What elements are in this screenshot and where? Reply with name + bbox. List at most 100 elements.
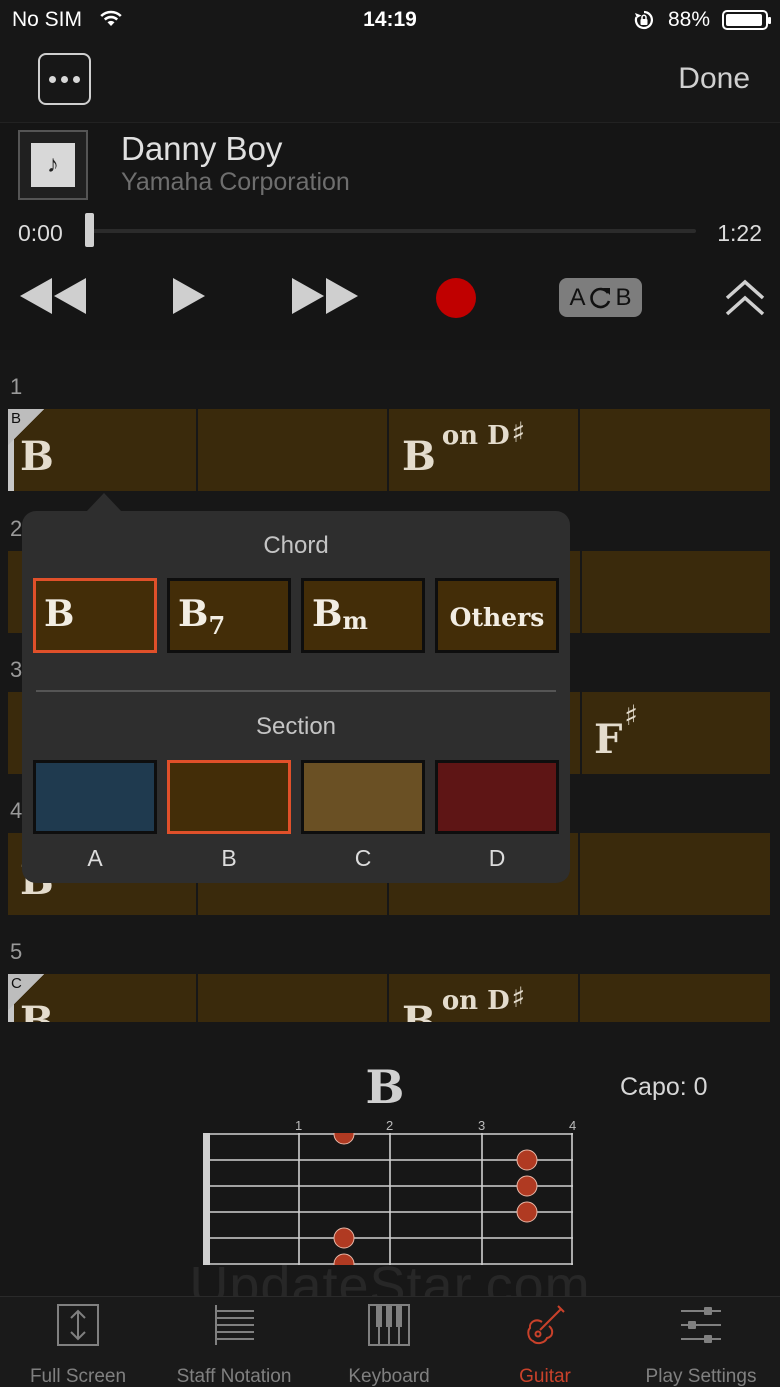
status-bar: No SIM 14:19 88% <box>0 0 780 40</box>
tab-full-screen[interactable]: Full Screen <box>3 1303 153 1387</box>
tab-play-settings[interactable]: Play Settings <box>626 1303 776 1387</box>
string-lines <box>203 1133 573 1265</box>
full-screen-icon <box>57 1304 99 1346</box>
staff-notation-icon <box>215 1305 254 1345</box>
song-artist: Yamaha Corporation <box>121 168 350 196</box>
diagram-chord-name: B <box>365 1060 405 1114</box>
capo-label: Capo: 0 <box>620 1073 708 1101</box>
chord-option-root: B <box>178 593 209 635</box>
repeat-icon <box>589 287 610 308</box>
chord-option-label: Others <box>449 603 545 632</box>
song-title: Danny Boy <box>121 130 283 167</box>
chord-option-b[interactable]: B <box>33 578 157 653</box>
fret-number: 1 <box>295 1118 303 1133</box>
finger-dot <box>516 1149 538 1171</box>
fret-number: 4 <box>569 1118 577 1133</box>
chord-option-suffix: 7 <box>208 611 226 640</box>
chord-option-suffix: m <box>342 606 368 635</box>
bar-number: 3 <box>10 657 23 682</box>
chord-option-label: B7 <box>178 593 225 640</box>
progress-thumb[interactable] <box>85 213 94 247</box>
chord-option-root: B <box>44 593 75 635</box>
chord-heading: Chord <box>263 532 329 559</box>
section-swatch-b[interactable] <box>167 760 291 834</box>
tab-guitar[interactable]: Guitar <box>470 1303 620 1387</box>
chord-option-bm[interactable]: Bm <box>301 578 425 653</box>
rewind-button[interactable] <box>18 276 88 316</box>
collapse-chevron-icon[interactable] <box>722 278 768 318</box>
fast-forward-button[interactable] <box>290 276 360 316</box>
section-label-d: D <box>488 845 506 871</box>
chord-cell[interactable] <box>198 409 389 491</box>
album-art: ♪ <box>18 130 88 200</box>
chord-root: B <box>402 433 436 480</box>
chord-cell[interactable] <box>198 974 389 1022</box>
record-button[interactable] <box>436 278 476 318</box>
chord-row: C B Bon D♯ <box>8 974 770 1022</box>
section-swatch-a[interactable] <box>33 760 157 834</box>
section-swatch-c[interactable] <box>301 760 425 834</box>
tab-keyboard[interactable]: Keyboard <box>314 1303 464 1387</box>
tab-label: Guitar <box>519 1366 571 1387</box>
popover-arrow <box>86 493 122 512</box>
keyboard-icon <box>368 1304 410 1346</box>
more-button[interactable] <box>38 53 91 105</box>
chord-bass: on D <box>441 986 510 1016</box>
bar-number: 4 <box>10 798 23 823</box>
chord-root: B <box>402 998 436 1022</box>
chord-option-label: Bm <box>312 593 368 635</box>
tab-label: Full Screen <box>29 1366 127 1387</box>
chord-option-b7[interactable]: B7 <box>167 578 291 653</box>
current-time: 0:00 <box>18 220 63 246</box>
section-label-a: A <box>87 845 103 871</box>
chord-cell[interactable] <box>580 974 770 1022</box>
ab-repeat-button[interactable]: A B <box>559 278 642 317</box>
music-note-icon: ♪ <box>31 143 75 187</box>
tab-staff-notation[interactable]: Staff Notation <box>159 1303 309 1387</box>
battery-percent: 88% <box>668 8 711 31</box>
tab-label: Staff Notation <box>176 1366 292 1387</box>
section-heading: Section <box>255 713 337 740</box>
guitar-icon <box>527 1305 565 1345</box>
fret-number: 3 <box>478 1118 486 1133</box>
play-button[interactable] <box>170 276 208 316</box>
sharp-sign: ♯ <box>624 699 638 732</box>
play-settings-icon <box>681 1307 721 1343</box>
finger-dot <box>516 1201 538 1223</box>
section-swatch-d[interactable] <box>435 760 559 834</box>
finger-dot <box>333 1133 355 1145</box>
chord-option-label: B <box>44 593 74 635</box>
bar-number: 5 <box>10 939 23 964</box>
progress-track[interactable] <box>92 229 696 233</box>
chord-symbol: B <box>20 433 54 480</box>
nut <box>203 1133 210 1265</box>
fret-number: 2 <box>386 1118 394 1133</box>
section-tag-label: C <box>11 975 22 992</box>
chord-option-others[interactable]: Others <box>435 578 559 653</box>
chord-cell[interactable] <box>580 551 770 633</box>
guitar-chord-diagram <box>203 1133 573 1265</box>
player-panel <box>0 122 780 350</box>
sharp-sign: ♯ <box>511 416 526 449</box>
section-tag-label: B <box>11 410 22 427</box>
chord-cell[interactable] <box>580 409 770 491</box>
rotation-lock-icon <box>634 10 653 30</box>
popover-divider <box>36 690 556 692</box>
tab-label: Play Settings <box>645 1366 757 1387</box>
chord-symbol: B <box>20 998 54 1022</box>
chord-symbol: F♯ <box>594 699 638 763</box>
total-time: 1:22 <box>717 220 762 246</box>
battery-icon <box>722 10 771 30</box>
sharp-sign: ♯ <box>511 981 526 1014</box>
bar-number: 1 <box>10 374 23 399</box>
finger-dot <box>333 1227 355 1249</box>
chord-cell[interactable] <box>580 833 770 915</box>
chord-bass: on D <box>441 421 510 451</box>
done-button[interactable]: Done <box>640 62 750 96</box>
chord-option-root: B <box>312 593 343 635</box>
section-label-c: C <box>354 845 372 871</box>
finger-dots <box>333 1133 538 1265</box>
chord-symbol: Bon D♯ <box>402 416 525 480</box>
bar-number: 2 <box>10 516 23 541</box>
section-label-b: B <box>221 845 237 871</box>
